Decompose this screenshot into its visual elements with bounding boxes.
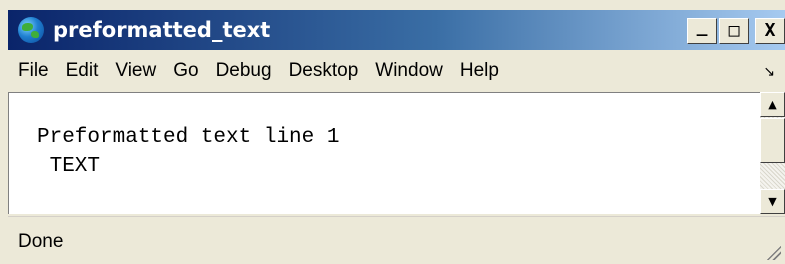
maximize-icon: □ (728, 20, 740, 41)
menu-file[interactable]: File (18, 60, 49, 82)
menu-go[interactable]: Go (173, 60, 198, 82)
status-bar: Done (8, 216, 785, 264)
chevron-icon[interactable]: ↘ (763, 64, 775, 80)
preformatted-text: Preformatted text line 1 TEXT (37, 123, 339, 181)
menu-bar: File Edit View Go Debug Desktop Window H… (8, 52, 785, 90)
menu-debug[interactable]: Debug (216, 60, 272, 82)
status-text: Done (18, 231, 64, 252)
arrow-up-icon: ▲ (768, 98, 777, 111)
pre-line-1: Preformatted text line 1 (37, 126, 340, 149)
title-bar[interactable]: preformatted_text _ □ X (8, 10, 785, 50)
window-title: preformatted_text (53, 18, 271, 42)
controls-gap (751, 18, 753, 44)
menu-help[interactable]: Help (460, 60, 499, 82)
arrow-down-icon: ▼ (768, 195, 777, 208)
close-button[interactable]: X (755, 18, 785, 44)
content-area[interactable]: Preformatted text line 1 TEXT (8, 92, 760, 214)
close-icon: X (764, 20, 776, 41)
window-controls: _ □ X (687, 18, 785, 44)
minimize-icon: _ (696, 16, 708, 37)
globe-icon (18, 17, 44, 43)
vertical-scrollbar[interactable]: ▲ ▼ (760, 92, 785, 214)
menu-view[interactable]: View (115, 60, 156, 82)
scroll-thumb[interactable] (760, 118, 785, 163)
menu-window[interactable]: Window (375, 60, 443, 82)
menu-edit[interactable]: Edit (66, 60, 99, 82)
resize-grip-icon[interactable] (763, 242, 781, 260)
menu-desktop[interactable]: Desktop (289, 60, 359, 82)
scroll-up-button[interactable]: ▲ (760, 92, 785, 117)
browser-window: preformatted_text _ □ X File Edit View G… (0, 0, 785, 264)
maximize-button[interactable]: □ (719, 18, 749, 44)
scroll-down-button[interactable]: ▼ (760, 189, 785, 214)
pre-line-2: TEXT (37, 155, 101, 178)
minimize-button[interactable]: _ (687, 18, 717, 44)
